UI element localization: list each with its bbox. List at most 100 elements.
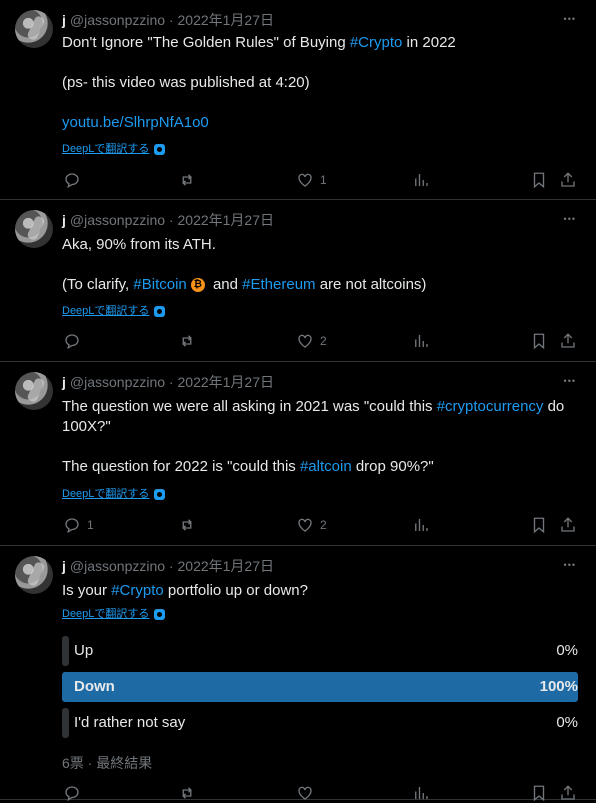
timestamp[interactable]: 2022年1月27日 — [178, 558, 275, 574]
hashtag-link[interactable]: #cryptocurrency — [437, 398, 544, 415]
retweet-icon — [178, 171, 196, 189]
handle[interactable]: @jassonpzzino — [70, 212, 165, 228]
poll-option-percent: 0% — [556, 642, 578, 659]
separator: · — [165, 558, 178, 574]
retweet-button[interactable] — [178, 331, 196, 351]
handle[interactable]: @jassonpzzino — [70, 558, 165, 574]
deepl-translate-link[interactable]: DeepLで翻訳する — [62, 302, 166, 318]
share-button[interactable] — [559, 331, 577, 351]
text-segment: Is your — [62, 582, 112, 599]
deepl-translate-link[interactable]: DeepLで翻訳する — [62, 605, 166, 621]
retweet-icon — [178, 332, 196, 350]
text-line: (To clarify, #Bitcoin ₿ and #Ethereum are… — [62, 275, 580, 295]
tweet[interactable]: j @jassonpzzino · 2022年1月27日 ••• Aka, 90% f… — [0, 200, 596, 362]
bookmark-icon — [530, 784, 548, 802]
display-name[interactable]: j — [62, 374, 66, 390]
separator: · — [165, 212, 178, 228]
avatar[interactable] — [15, 10, 53, 48]
bookmark-button[interactable] — [530, 515, 548, 535]
tweet[interactable]: j @jassonpzzino · 2022年1月27日 ••• Don't Igno… — [0, 0, 596, 200]
like-button[interactable]: 1 — [296, 170, 327, 190]
separator: · — [165, 12, 178, 28]
tweet-header: j @jassonpzzino · 2022年1月27日 — [62, 210, 274, 230]
action-bar: 1 — [0, 170, 596, 190]
deepl-label: DeepLで翻訳する — [62, 608, 150, 620]
poll-option-label: Down — [74, 678, 115, 695]
hashtag-link[interactable]: #altcoin — [300, 458, 352, 475]
tweet[interactable]: j @jassonpzzino · 2022年1月27日 ••• The questi… — [0, 362, 596, 546]
views-button[interactable] — [412, 170, 430, 190]
like-button[interactable] — [296, 783, 314, 803]
bookmark-icon — [530, 332, 548, 350]
views-button[interactable] — [412, 783, 430, 803]
retweet-button[interactable] — [178, 170, 196, 190]
share-icon — [559, 171, 577, 189]
text-line: The question we were all asking in 2021 … — [62, 397, 580, 417]
text-line: The question for 2022 is "could this #al… — [62, 457, 580, 477]
display-name[interactable]: j — [62, 212, 66, 228]
display-name[interactable]: j — [62, 558, 66, 574]
like-button[interactable]: 2 — [296, 331, 327, 351]
reply-button[interactable] — [63, 170, 81, 190]
poll-results-meta: 6票 · 最終結果 — [62, 755, 153, 771]
reply-button[interactable]: 1 — [63, 515, 94, 535]
poll-option-percent: 100% — [539, 678, 578, 695]
like-button[interactable]: 2 — [296, 515, 327, 535]
deepl-translate-link[interactable]: DeepLで翻訳する — [62, 485, 166, 501]
share-button[interactable] — [559, 783, 577, 803]
tweet-header: j @jassonpzzino · 2022年1月27日 — [62, 10, 274, 30]
views-button[interactable] — [412, 331, 430, 351]
more-icon[interactable]: ••• — [564, 376, 576, 386]
views-icon — [412, 332, 430, 350]
reply-button[interactable] — [63, 783, 81, 803]
hashtag-link[interactable]: #Crypto — [350, 34, 403, 51]
text-segment: Don't Ignore "The Golden Rules" of Buyin… — [62, 34, 350, 51]
share-button[interactable] — [559, 170, 577, 190]
avatar[interactable] — [15, 372, 53, 410]
handle[interactable]: @jassonpzzino — [70, 374, 165, 390]
timestamp[interactable]: 2022年1月27日 — [178, 12, 275, 28]
avatar[interactable] — [15, 556, 53, 594]
tweet-header: j @jassonpzzino · 2022年1月27日 — [62, 372, 274, 392]
share-icon — [559, 332, 577, 350]
retweet-icon — [178, 516, 196, 534]
hashtag-link[interactable]: #Ethereum — [242, 276, 315, 293]
retweet-button[interactable] — [178, 783, 196, 803]
deepl-translate-link[interactable]: DeepLで翻訳する — [62, 140, 166, 156]
deepl-label: DeepLで翻訳する — [62, 305, 150, 317]
poll-option-label: I'd rather not say — [74, 714, 186, 731]
bookmark-button[interactable] — [530, 331, 548, 351]
poll-bar — [62, 672, 578, 702]
reply-button[interactable] — [63, 331, 81, 351]
hashtag-link[interactable]: #Crypto — [111, 582, 164, 599]
poll-option-label: Up — [74, 642, 94, 659]
bookmark-button[interactable] — [530, 170, 548, 190]
poll-bar — [62, 636, 69, 666]
avatar[interactable] — [15, 210, 53, 248]
views-button[interactable] — [412, 515, 430, 535]
tweet-text: Don't Ignore "The Golden Rules" of Buyin… — [62, 33, 580, 133]
like-icon — [296, 332, 314, 350]
retweet-button[interactable] — [178, 515, 196, 535]
display-name[interactable]: j — [62, 12, 66, 28]
share-button[interactable] — [559, 515, 577, 535]
timestamp[interactable]: 2022年1月27日 — [178, 374, 275, 390]
bookmark-icon — [530, 171, 548, 189]
more-icon[interactable]: ••• — [564, 560, 576, 570]
like-icon — [296, 171, 314, 189]
more-icon[interactable]: ••• — [564, 214, 576, 224]
bookmark-button[interactable] — [530, 783, 548, 803]
handle[interactable]: @jassonpzzino — [70, 12, 165, 28]
deepl-label: DeepLで翻訳する — [62, 143, 150, 155]
more-icon[interactable]: ••• — [564, 14, 576, 24]
timestamp[interactable]: 2022年1月27日 — [178, 212, 275, 228]
poll-option: Up 0% — [62, 636, 578, 666]
tweet[interactable]: j @jassonpzzino · 2022年1月27日 ••• Is your #C… — [0, 546, 596, 803]
share-icon — [559, 516, 577, 534]
hashtag-link[interactable]: #Bitcoin — [133, 276, 186, 293]
text-segment: and — [208, 276, 243, 293]
share-icon — [559, 784, 577, 802]
url-link[interactable]: youtu.be/SlhrpNfA1o0 — [62, 114, 209, 131]
text-line: youtu.be/SlhrpNfA1o0 — [62, 113, 580, 133]
views-icon — [412, 784, 430, 802]
